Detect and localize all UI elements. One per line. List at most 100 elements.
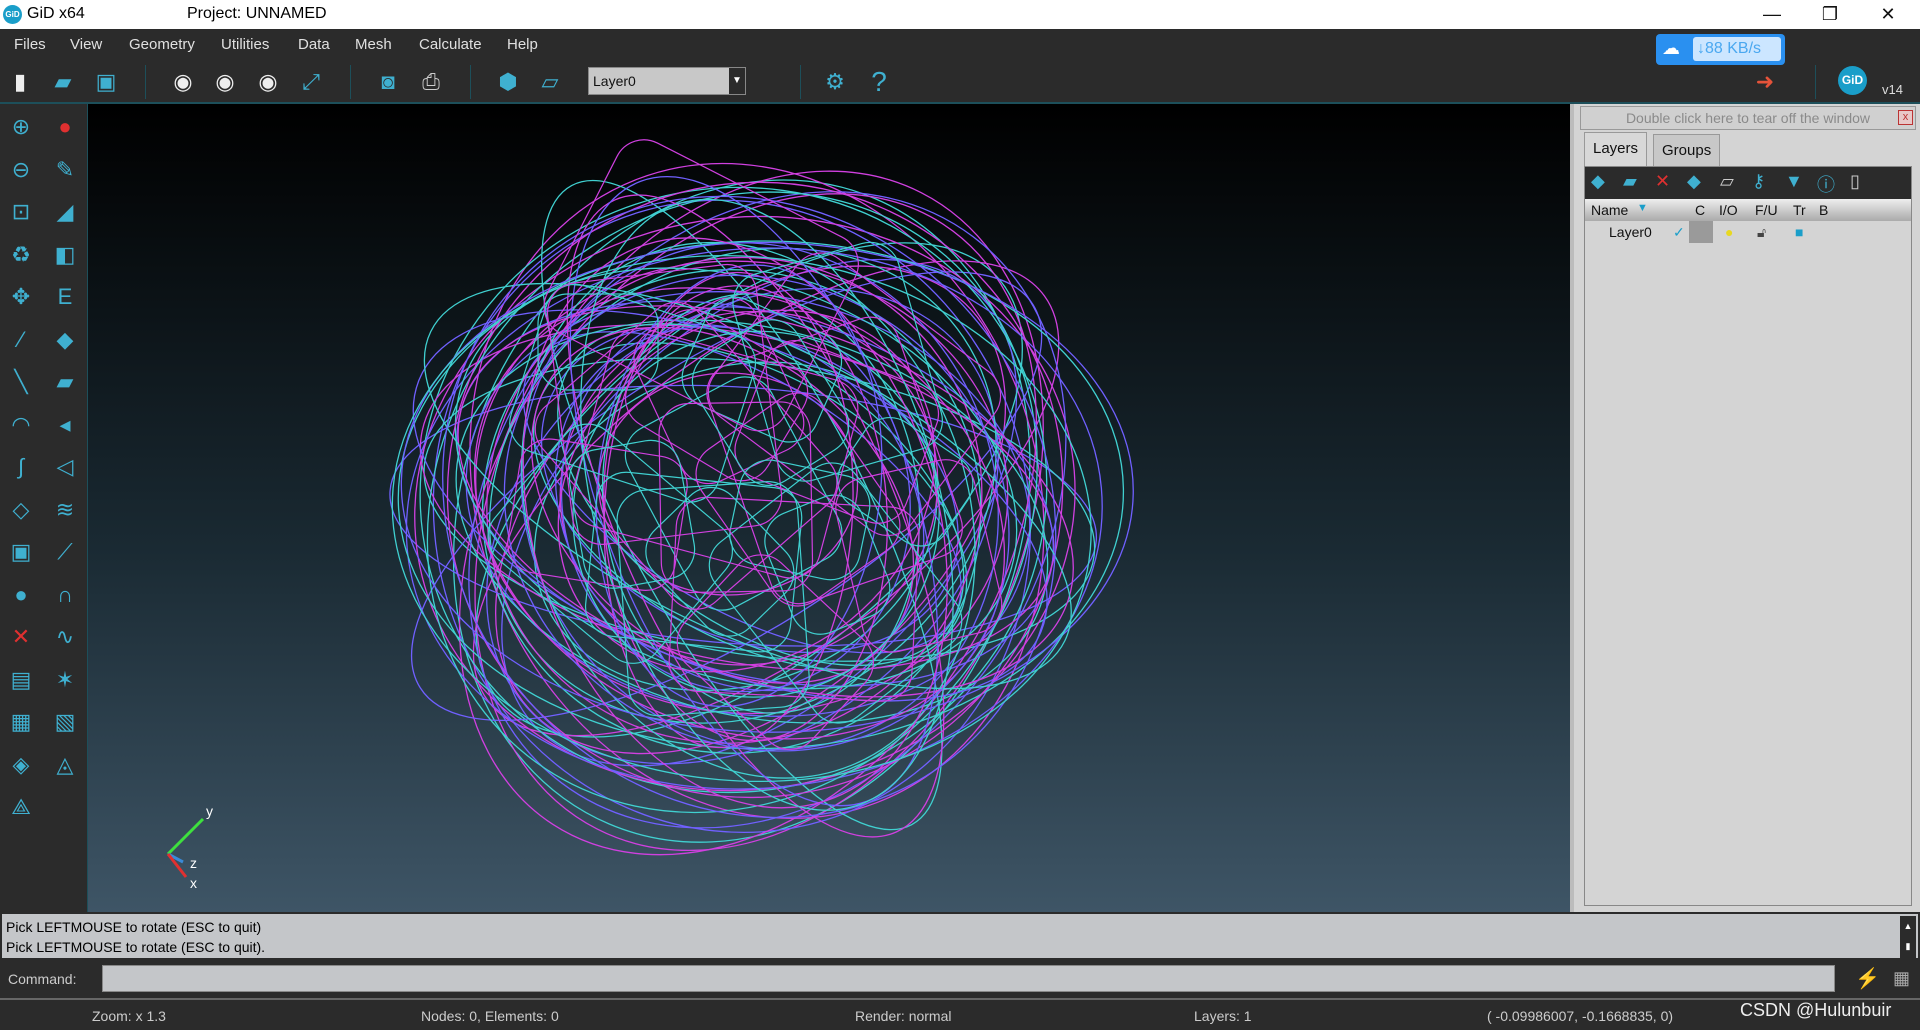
layer-row[interactable]: Layer0 ✓ ● 🔓︎ ■ (1585, 221, 1911, 243)
send-to-icon[interactable]: ▱ (1720, 171, 1734, 192)
x-label: x (190, 875, 197, 891)
folder-icon[interactable]: ▰ (48, 365, 82, 399)
hatch-icon[interactable]: ◈ (4, 748, 38, 782)
save-icon[interactable]: ▣ (91, 67, 121, 97)
patch-icon[interactable]: ▧ (48, 705, 82, 739)
menu-files[interactable]: Files (14, 36, 46, 53)
delete-icon[interactable]: ✕ (4, 620, 38, 654)
col-on-off[interactable]: I/O (1719, 202, 1738, 218)
minimize-button[interactable]: — (1743, 0, 1801, 29)
grid-icon[interactable]: ▦ (1893, 968, 1910, 989)
spline-icon[interactable]: ∫ (4, 450, 38, 484)
wireframe-curve (458, 193, 1038, 856)
print-icon[interactable]: ⎙ (416, 67, 446, 97)
rotate-left-icon[interactable]: ◉ (168, 67, 198, 97)
rotate-right-icon[interactable]: ◉ (210, 67, 240, 97)
menu-view[interactable]: View (70, 36, 102, 53)
close-panel-icon[interactable]: x (1898, 110, 1913, 125)
graphics-viewport[interactable]: y z x (88, 104, 1570, 912)
render-icon[interactable]: ⬢ (493, 67, 523, 97)
list-icon[interactable]: ▤ (4, 663, 38, 697)
zoom-in-icon[interactable]: ⊕ (4, 110, 38, 144)
grid-surface-icon[interactable]: ▦ (4, 705, 38, 739)
zoom-frame-icon[interactable]: ⤢ (296, 67, 326, 97)
surface-icon[interactable]: ◢ (48, 195, 82, 229)
network-speed: ↓88 KB/s (1693, 37, 1781, 61)
apex-icon[interactable]: ◬ (48, 748, 82, 782)
sort-down-icon[interactable]: ▼ (1637, 202, 1648, 214)
transparency-icon[interactable]: ■ (1795, 224, 1803, 240)
menu-data[interactable]: Data (298, 36, 330, 53)
bulb-icon[interactable]: ● (1725, 224, 1733, 240)
curve-icon[interactable]: ∩ (48, 578, 82, 612)
edit-icon[interactable]: ✎ (48, 153, 82, 187)
delete-icon[interactable]: ✕ (1655, 171, 1670, 192)
polyline-icon[interactable]: ◁ (48, 450, 82, 484)
nurbs-icon[interactable]: ∿ (48, 620, 82, 654)
new-folder-icon[interactable]: ▰ (1623, 171, 1637, 192)
zoom-out-icon[interactable]: ⊖ (4, 153, 38, 187)
col-back[interactable]: B (1819, 202, 1828, 218)
cube-icon[interactable]: ▣ (4, 535, 38, 569)
segment-icon[interactable]: ⟋ (48, 535, 82, 569)
layer-select[interactable]: Layer0 ▼ (588, 67, 746, 95)
col-freeze[interactable]: F/U (1755, 202, 1778, 218)
left-toolbar: ⊕ ● ⊖ ✎ ⊡ ◢ ♻ ◧ ✥ E ⁄ ◆ ╲ ▰ ◠ ◂ ∫ ◁ ◇ ≋ ▣ ⟋ ● ∩ ✕ ∿ ▤ ✶ ▦ ▧ ◈ ◬ ⟁ (0, 104, 88, 912)
label-icon[interactable]: E (48, 280, 82, 314)
gid-logo-icon: GiD (3, 5, 22, 24)
line-icon[interactable]: ╲ (4, 365, 38, 399)
tab-layers[interactable]: Layers (1584, 132, 1648, 166)
zoom-box-icon[interactable]: ⊡ (4, 195, 38, 229)
z-label: z (190, 855, 197, 871)
intersect-icon[interactable]: ✶ (48, 663, 82, 697)
close-button[interactable]: ✕ (1859, 0, 1917, 29)
info-icon[interactable]: ⓘ (1817, 171, 1835, 197)
gear-icon[interactable]: ⚙ (820, 67, 850, 97)
filter-icon[interactable]: ▼ (1785, 171, 1803, 192)
menu-mesh[interactable]: Mesh (355, 36, 392, 53)
status-layers: Layers: 1 (1194, 1008, 1252, 1024)
postprocess-rainbow-icon[interactable]: ➜ (1740, 67, 1790, 97)
col-name[interactable]: Name (1591, 202, 1628, 218)
lightning-icon[interactable]: ⚡ (1855, 966, 1880, 991)
volume-icon[interactable]: ◧ (48, 238, 82, 272)
command-input[interactable] (102, 965, 1835, 992)
sweep-icon[interactable]: ⟁ (4, 790, 38, 824)
help-icon[interactable]: ? (864, 67, 894, 97)
camera-icon[interactable]: ◙ (373, 67, 403, 97)
pan-icon[interactable]: ✥ (4, 280, 38, 314)
tab-groups[interactable]: Groups (1653, 134, 1721, 166)
mesh-icon[interactable]: ≋ (48, 493, 82, 527)
col-color[interactable]: C (1695, 202, 1705, 218)
rename-icon[interactable]: ◆ (1687, 171, 1701, 192)
col-transparency[interactable]: Tr (1793, 202, 1806, 218)
recycle-icon[interactable]: ♻ (4, 238, 38, 272)
arc-icon[interactable]: ◠ (4, 408, 38, 442)
chevron-down-icon[interactable]: ▼ (729, 68, 745, 94)
active-check-icon[interactable]: ✓ (1673, 224, 1685, 241)
menu-calculate[interactable]: Calculate (419, 36, 482, 53)
lock-icon[interactable]: ⚷ (1752, 171, 1765, 192)
tear-off-bar[interactable]: Double click here to tear off the window… (1580, 106, 1916, 130)
sphere-icon[interactable]: ● (4, 578, 38, 612)
status-nodes: Nodes: 0, Elements: 0 (421, 1008, 559, 1024)
rotate-view-icon[interactable]: ◉ (253, 67, 283, 97)
menu-geometry[interactable]: Geometry (129, 36, 195, 53)
restore-button[interactable]: ❐ (1801, 0, 1859, 29)
message-scrollbar[interactable]: ▲▮▼ (1900, 916, 1916, 971)
layers-icon[interactable]: ▱ (535, 67, 565, 97)
menu-utilities[interactable]: Utilities (221, 36, 269, 53)
new-file-icon[interactable]: ▮ (5, 67, 35, 97)
polygon-icon[interactable]: ◇ (4, 493, 38, 527)
new-layer-icon[interactable]: ◆ (1591, 171, 1605, 192)
layer-color-swatch[interactable] (1689, 221, 1713, 243)
menu-help[interactable]: Help (507, 36, 538, 53)
layer-select-value: Layer0 (593, 73, 636, 89)
open-folder-icon[interactable]: ▰ (48, 67, 78, 97)
layer-surface-icon[interactable]: ◆ (48, 323, 82, 357)
record-icon[interactable]: ● (48, 110, 82, 144)
document-icon[interactable]: ▯ (1850, 171, 1860, 192)
pick-icon[interactable]: ⁄ (4, 323, 38, 357)
unlock-icon[interactable]: 🔓︎ (1757, 224, 1766, 241)
point-icon[interactable]: ◂ (48, 408, 82, 442)
